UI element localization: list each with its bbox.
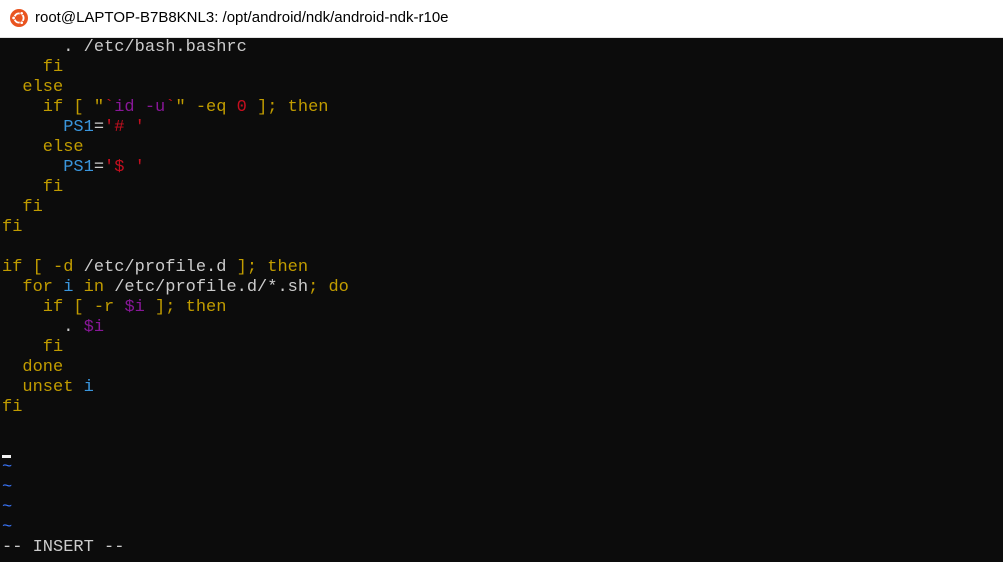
code-line: if [ -r $i ]; then <box>2 298 227 318</box>
code-line: fi <box>2 198 43 218</box>
code-token: PS1 <box>63 158 94 177</box>
code-token: else <box>2 138 84 157</box>
code-line: fi <box>2 218 22 238</box>
code-token: $i <box>124 298 145 317</box>
code-line: PS1='$ ' <box>2 158 145 178</box>
code-token: i <box>63 278 74 297</box>
empty-line-tilde: ~ <box>2 518 13 537</box>
ubuntu-icon <box>10 9 28 27</box>
code-token: fi <box>2 58 64 77</box>
code-token: if <box>2 98 64 117</box>
code-token: /etc/profile.d <box>83 258 227 277</box>
empty-line-tilde: ~ <box>2 498 13 517</box>
code-token: i <box>83 378 94 397</box>
code-line: if [ -d /etc/profile.d ]; then <box>2 258 308 278</box>
code-token: ` <box>104 98 115 117</box>
code-token: ]; then <box>226 258 309 277</box>
mode-indicator: -- INSERT -- <box>2 538 125 557</box>
code-token: . /etc/bash.bashrc <box>2 38 247 57</box>
code-line: . /etc/bash.bashrc <box>2 38 247 58</box>
code-token: '# ' <box>104 118 145 137</box>
code-token: fi <box>2 198 43 217</box>
code-line: fi <box>2 178 63 198</box>
code-token: '$ ' <box>104 158 145 177</box>
code-line: . $i <box>2 318 104 338</box>
code-token: fi <box>2 218 23 237</box>
code-token: else <box>2 78 64 97</box>
code-line: done <box>2 358 63 378</box>
code-token: [ " <box>63 98 105 117</box>
empty-line-tilde: ~ <box>2 478 13 497</box>
code-token: fi <box>2 398 23 417</box>
code-token: /etc/profile.d/*.sh <box>114 278 309 297</box>
title-bar[interactable]: root@LAPTOP-B7B8KNL3: /opt/android/ndk/a… <box>0 0 1003 38</box>
code-token: ` <box>165 98 176 117</box>
code-token: ]; then <box>144 298 227 317</box>
code-token: ]; then <box>246 98 329 117</box>
code-token: ; do <box>308 278 349 297</box>
code-token: unset <box>2 378 84 397</box>
code-line: fi <box>2 338 63 358</box>
code-line: else <box>2 138 84 158</box>
code-token: fi <box>2 338 64 357</box>
code-token: PS1 <box>63 118 94 137</box>
window-title: root@LAPTOP-B7B8KNL3: /opt/android/ndk/a… <box>35 9 449 26</box>
code-token: . <box>2 318 84 337</box>
empty-line-tilde: ~ <box>2 458 13 477</box>
code-line: else <box>2 78 63 98</box>
code-line: for i in /etc/profile.d/*.sh; do <box>2 278 349 298</box>
code-line: fi <box>2 58 63 78</box>
code-token: $i <box>83 318 105 337</box>
code-token: = <box>93 158 105 177</box>
code-token: [ -r <box>63 298 125 317</box>
code-token: if <box>2 258 23 277</box>
code-token: " -eq <box>175 98 237 117</box>
code-token: fi <box>2 178 64 197</box>
code-token: if <box>2 298 64 317</box>
code-token: in <box>73 278 115 297</box>
code-token: for <box>2 278 54 297</box>
code-token: done <box>2 358 64 377</box>
code-token: 0 <box>236 98 247 117</box>
code-line: fi <box>2 398 22 418</box>
code-line: PS1='# ' <box>2 118 145 138</box>
code-token: id -u <box>114 98 166 117</box>
terminal-content[interactable]: -- INSERT -- . /etc/bash.bashrc fi else … <box>0 38 1003 562</box>
code-line: unset i <box>2 378 94 398</box>
terminal-window: root@LAPTOP-B7B8KNL3: /opt/android/ndk/a… <box>0 0 1003 562</box>
code-token: = <box>93 118 105 137</box>
code-token: [ -d <box>22 258 84 277</box>
code-line: if [ "`id -u`" -eq 0 ]; then <box>2 98 329 118</box>
